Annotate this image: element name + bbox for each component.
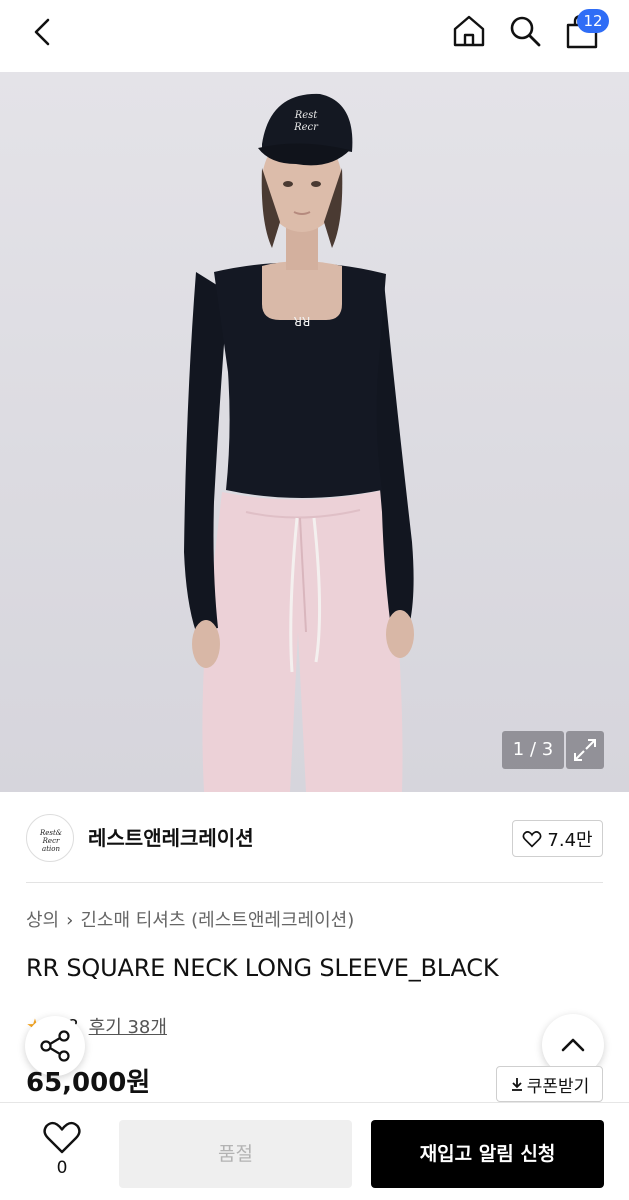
brand-like-count: 7.4만 (547, 829, 593, 851)
brand-logo-mark: Rest& Recr ation (39, 829, 62, 853)
brand-like-button[interactable]: 7.4만 (512, 820, 603, 857)
heart-icon (522, 830, 542, 848)
product-price: 65,000원 (26, 1068, 151, 1098)
svg-text:Recr: Recr (293, 122, 319, 133)
breadcrumb-item[interactable]: 상의 (26, 910, 59, 931)
coupon-button[interactable]: 쿠폰받기 (496, 1066, 603, 1102)
breadcrumb-item[interactable]: 긴소매 티셔츠 (레스트앤레크레이션) (80, 910, 354, 931)
product-image[interactable]: ꓤꓤ Rest Recr (0, 72, 629, 792)
search-icon[interactable] (506, 12, 544, 50)
home-icon[interactable] (450, 12, 488, 50)
cart-count-badge: 12 (577, 9, 609, 33)
wishlist-count: 0 (56, 1158, 68, 1178)
svg-text:ation: ation (42, 845, 60, 853)
product-title: RR SQUARE NECK LONG SLEEVE_BLACK (26, 954, 499, 982)
breadcrumb: 상의 › 긴소매 티셔츠 (레스트앤레크레이션) (26, 908, 354, 934)
brand-name[interactable]: 레스트앤레크레이션 (88, 824, 254, 852)
svg-text:Recr: Recr (42, 837, 60, 845)
download-icon (511, 1078, 522, 1091)
reviews-link[interactable]: 후기 38개 (89, 1013, 167, 1039)
restock-alert-button[interactable]: 재입고 알림 신청 (371, 1120, 604, 1188)
expand-icon[interactable] (566, 731, 604, 769)
chevron-right-icon: › (66, 910, 74, 931)
product-photo-illustration: ꓤꓤ Rest Recr (184, 93, 414, 792)
coupon-label: 쿠폰받기 (526, 1076, 590, 1097)
top-bar (0, 0, 629, 72)
svg-text:Rest: Rest (294, 110, 319, 121)
svg-text:Rest&: Rest& (39, 829, 62, 837)
wishlist-heart-icon[interactable] (40, 1120, 84, 1156)
brand-logo[interactable]: Rest& Recr ation (26, 814, 74, 862)
svg-text:ꓤꓤ: ꓤꓤ (294, 315, 311, 329)
divider (26, 882, 603, 883)
back-arrow-icon[interactable] (26, 14, 62, 50)
image-counter: 1 / 3 (502, 731, 564, 769)
soldout-button: 품절 (119, 1120, 352, 1188)
